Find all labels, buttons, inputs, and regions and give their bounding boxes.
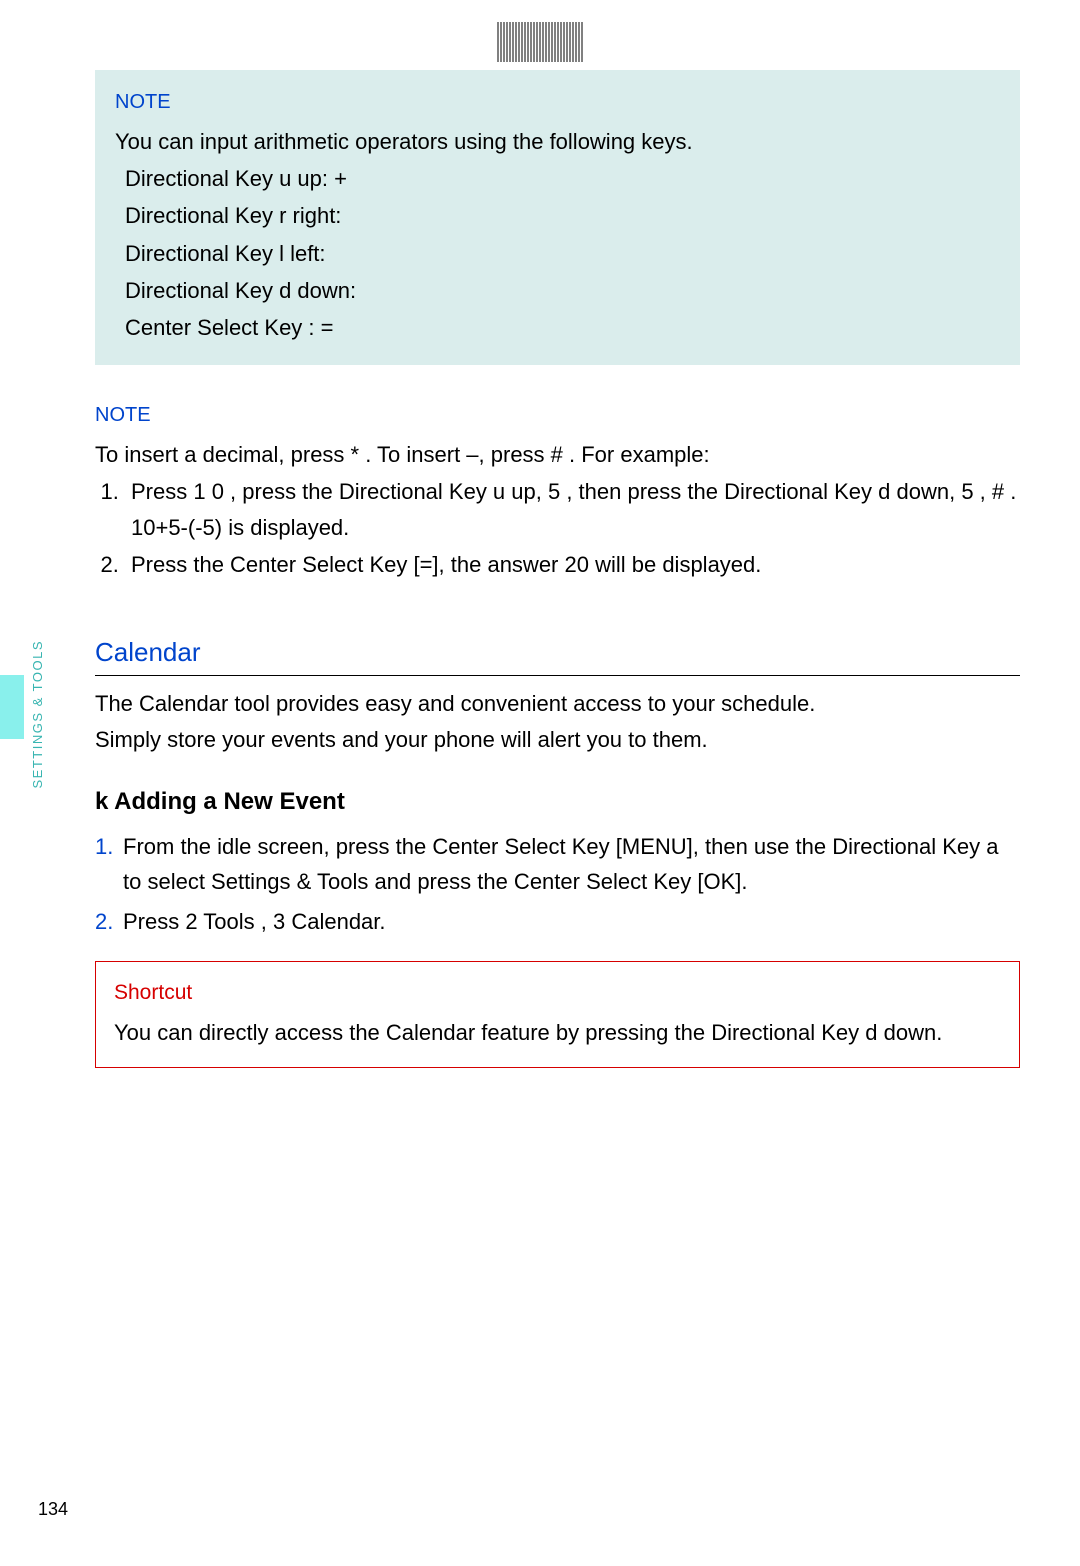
note-intro: You can input arithmetic operators using… bbox=[115, 124, 1000, 159]
key-line: Directional Key l left: bbox=[115, 236, 1000, 271]
example-steps: Press 1 0 , press the Directional Key u … bbox=[95, 474, 1020, 582]
section-tab bbox=[0, 675, 24, 739]
step-text: From the idle screen, press the Center S… bbox=[123, 829, 1020, 899]
note-box-decimal: NOTE To insert a decimal, press * . To i… bbox=[95, 383, 1020, 602]
key-line: Directional Key r right: bbox=[115, 198, 1000, 233]
page-number: 134 bbox=[38, 1495, 68, 1524]
step-item: 1. From the idle screen, press the Cente… bbox=[95, 829, 1020, 899]
step-text: Press 2 Tools , 3 Calendar. bbox=[123, 904, 1020, 939]
calendar-paragraph: Simply store your events and your phone … bbox=[95, 722, 1020, 757]
shortcut-box: Shortcut You can directly access the Cal… bbox=[95, 961, 1020, 1068]
calendar-paragraph: The Calendar tool provides easy and conv… bbox=[95, 686, 1020, 721]
key-line: Center Select Key : = bbox=[115, 310, 1000, 345]
step-item: 2. Press 2 Tools , 3 Calendar. bbox=[95, 904, 1020, 939]
step-number: 1. bbox=[95, 829, 123, 899]
shortcut-text: You can directly access the Calendar fea… bbox=[114, 1015, 1001, 1050]
note-box-operators: NOTE You can input arithmetic operators … bbox=[95, 70, 1020, 365]
shortcut-label: Shortcut bbox=[114, 976, 1001, 1010]
section-side-label: SETTINGS & TOOLS bbox=[28, 640, 49, 789]
crop-marks bbox=[498, 22, 583, 62]
key-line: Directional Key u up: + bbox=[115, 161, 1000, 196]
steps-list: 1. From the idle screen, press the Cente… bbox=[95, 829, 1020, 939]
list-item: Press the Center Select Key [=], the ans… bbox=[125, 547, 1020, 582]
list-item: Press 1 0 , press the Directional Key u … bbox=[125, 474, 1020, 544]
note-label: NOTE bbox=[95, 399, 1020, 431]
step-number: 2. bbox=[95, 904, 123, 939]
section-heading-calendar: Calendar bbox=[95, 632, 1020, 677]
note-intro: To insert a decimal, press * . To insert… bbox=[95, 437, 1020, 472]
key-line: Directional Key d down: bbox=[115, 273, 1000, 308]
subheading-add-event: k Adding a New Event bbox=[95, 783, 1020, 821]
note-label: NOTE bbox=[115, 86, 1000, 118]
